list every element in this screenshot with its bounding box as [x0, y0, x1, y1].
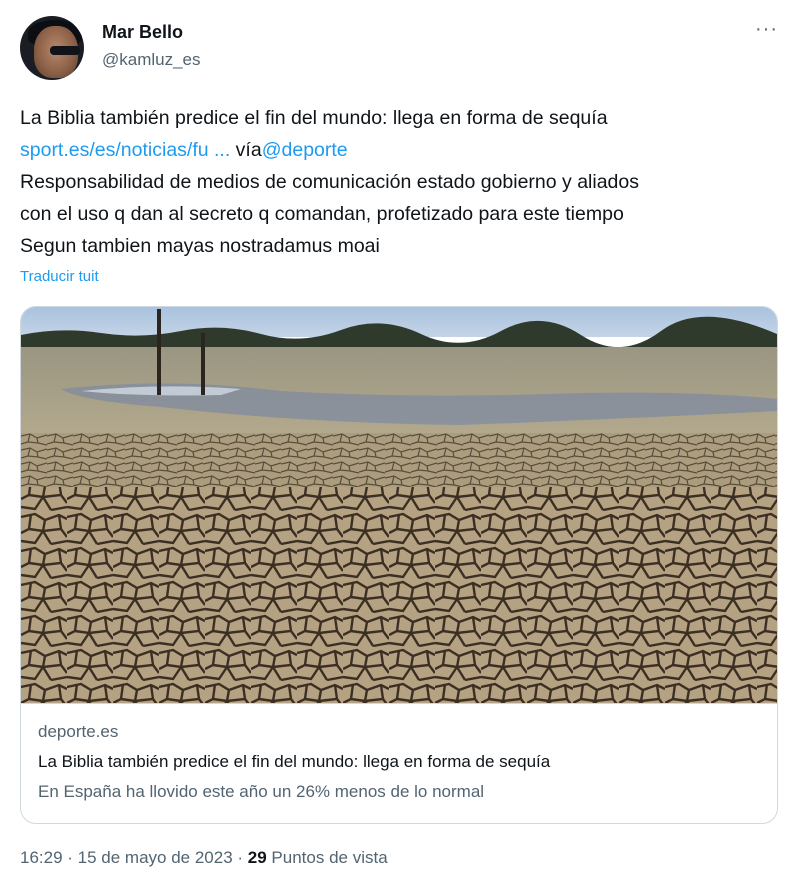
- tweet-time[interactable]: 16:29: [20, 848, 63, 867]
- tweet-line: con el uso q dan al secreto q comandan, …: [20, 203, 624, 225]
- tweet-footer: 16:29 · 15 de mayo de 2023 · 29 Puntos d…: [20, 848, 388, 868]
- tweet-header: Mar Bello @kamluz_es ···: [20, 16, 780, 82]
- translate-link[interactable]: Traducir tuit: [20, 268, 99, 285]
- via-text: vía: [230, 139, 262, 161]
- tweet-body: La Biblia también predice el fin del mun…: [20, 102, 780, 262]
- views-count: 29: [247, 848, 267, 867]
- tweet-line: La Biblia también predice el fin del mun…: [20, 107, 608, 129]
- link-card[interactable]: deporte.es La Biblia también predice el …: [20, 306, 778, 824]
- card-description: En España ha llovido este año un 26% men…: [38, 782, 485, 801]
- card-image[interactable]: [21, 307, 777, 703]
- separator: ·: [232, 848, 248, 867]
- tweet-line: Segun tambien mayas nostradamus moai: [20, 235, 380, 257]
- avatar-glasses: [50, 46, 80, 55]
- mention-link[interactable]: @deporte: [262, 139, 348, 161]
- tweet-line: Responsabilidad de medios de comunicació…: [20, 171, 639, 193]
- tweet-line: sport.es/es/noticias/fu ... vía@deporte: [20, 134, 780, 166]
- views-label: Puntos de vista: [266, 848, 388, 867]
- user-name[interactable]: Mar Bello: [102, 22, 183, 43]
- user-handle[interactable]: @kamluz_es: [102, 50, 201, 70]
- card-title: La Biblia también predice el fin del mun…: [38, 752, 551, 771]
- card-meta[interactable]: deporte.es La Biblia también predice el …: [21, 703, 777, 823]
- avatar[interactable]: [20, 16, 84, 80]
- article-link[interactable]: sport.es/es/noticias/fu ...: [20, 139, 230, 161]
- card-domain: deporte.es: [38, 722, 119, 741]
- separator: ·: [62, 848, 78, 867]
- more-options-icon[interactable]: ···: [755, 18, 778, 41]
- tweet-date[interactable]: 15 de mayo de 2023: [78, 848, 233, 867]
